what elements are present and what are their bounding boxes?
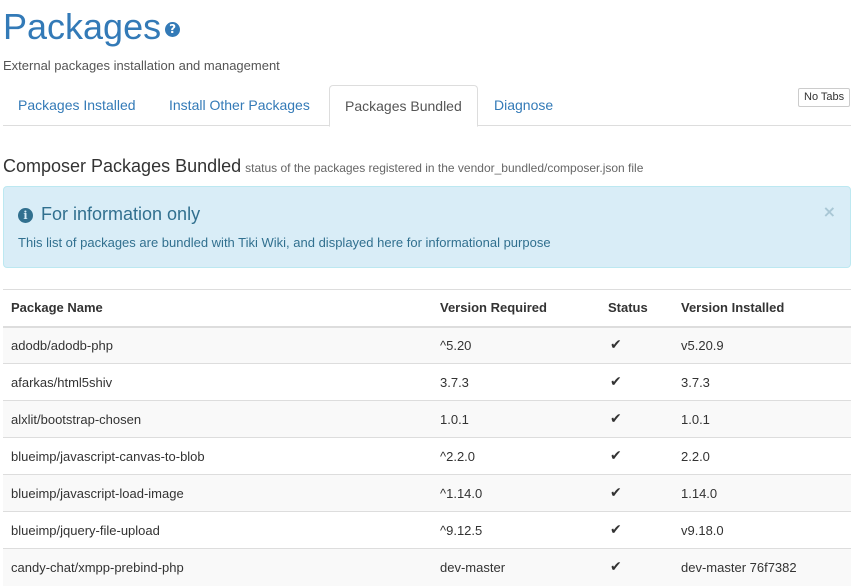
check-icon: ✔ bbox=[610, 411, 622, 427]
tab-packages-installed[interactable]: Packages Installed bbox=[3, 85, 151, 126]
page-title: Packages? bbox=[3, 6, 181, 48]
tab-install-other-packages[interactable]: Install Other Packages bbox=[154, 85, 325, 126]
package-name: blueimp/javascript-canvas-to-blob bbox=[3, 437, 432, 475]
version-installed: v9.18.0 bbox=[673, 511, 851, 549]
check-icon: ✔ bbox=[610, 448, 622, 464]
alert-text: This list of packages are bundled with T… bbox=[18, 235, 551, 250]
page-subtitle: External packages installation and manag… bbox=[3, 58, 280, 73]
column-header-version-required: Version Required bbox=[432, 289, 600, 328]
close-icon[interactable]: × bbox=[823, 202, 836, 221]
column-header-package-name: Package Name bbox=[3, 289, 432, 328]
version-required: 1.0.1 bbox=[432, 400, 600, 438]
page-title-text: Packages bbox=[3, 6, 162, 47]
package-name: afarkas/html5shiv bbox=[3, 363, 432, 401]
check-icon: ✔ bbox=[610, 522, 622, 538]
table-row: candy-chat/xmpp-prebind-php dev-master ✔… bbox=[3, 548, 851, 586]
table-header-row: Package Name Version Required Status Ver… bbox=[3, 289, 851, 328]
package-name: adodb/adodb-php bbox=[3, 326, 432, 364]
version-required: ^1.14.0 bbox=[432, 474, 600, 512]
version-required: ^9.12.5 bbox=[432, 511, 600, 549]
package-name: alxlit/bootstrap-chosen bbox=[3, 400, 432, 438]
table-row: blueimp/jquery-file-upload ^9.12.5 ✔ v9.… bbox=[3, 511, 851, 549]
check-icon: ✔ bbox=[610, 374, 622, 390]
tab-bar: Packages Installed Install Other Package… bbox=[3, 85, 851, 127]
table-row: afarkas/html5shiv 3.7.3 ✔ 3.7.3 bbox=[3, 363, 851, 401]
info-alert: i For information only This list of packa… bbox=[3, 186, 851, 268]
table-row: blueimp/javascript-canvas-to-blob ^2.2.0… bbox=[3, 437, 851, 475]
version-required: ^2.2.0 bbox=[432, 437, 600, 475]
column-header-version-installed: Version Installed bbox=[673, 289, 851, 328]
table-row: blueimp/javascript-load-image ^1.14.0 ✔ … bbox=[3, 474, 851, 512]
no-tabs-button[interactable]: No Tabs bbox=[798, 88, 851, 107]
section-heading: Composer Packages Bundled status of the p… bbox=[3, 156, 643, 177]
package-name: blueimp/jquery-file-upload bbox=[3, 511, 432, 549]
table-row: alxlit/bootstrap-chosen 1.0.1 ✔ 1.0.1 bbox=[3, 400, 851, 438]
section-heading-title: Composer Packages Bundled bbox=[3, 156, 242, 176]
version-installed: dev-master 76f7382 bbox=[673, 548, 851, 586]
version-required: 3.7.3 bbox=[432, 363, 600, 401]
version-installed: 1.14.0 bbox=[673, 474, 851, 512]
check-icon: ✔ bbox=[610, 337, 622, 354]
info-circle-icon: i bbox=[18, 208, 33, 223]
version-installed: 3.7.3 bbox=[673, 363, 851, 401]
version-installed: v5.20.9 bbox=[673, 326, 851, 364]
tab-packages-bundled[interactable]: Packages Bundled bbox=[329, 85, 478, 127]
version-required: ^5.20 bbox=[432, 326, 600, 364]
version-required: dev-master bbox=[432, 548, 600, 586]
packages-table: Package Name Version Required Status Ver… bbox=[3, 289, 851, 586]
alert-title: i For information only bbox=[18, 204, 200, 225]
check-icon: ✔ bbox=[610, 485, 622, 501]
tab-diagnose[interactable]: Diagnose bbox=[479, 85, 568, 126]
package-name: blueimp/javascript-load-image bbox=[3, 474, 432, 512]
version-installed: 1.0.1 bbox=[673, 400, 851, 438]
section-heading-subtitle: status of the packages registered in the… bbox=[245, 161, 644, 175]
check-icon: ✔ bbox=[610, 559, 622, 576]
alert-title-text: For information only bbox=[41, 204, 201, 224]
column-header-status: Status bbox=[600, 289, 673, 328]
package-name: candy-chat/xmpp-prebind-php bbox=[3, 548, 432, 586]
version-installed: 2.2.0 bbox=[673, 437, 851, 475]
help-icon[interactable]: ? bbox=[165, 22, 181, 37]
table-row: adodb/adodb-php ^5.20 ✔ v5.20.9 bbox=[3, 326, 851, 364]
